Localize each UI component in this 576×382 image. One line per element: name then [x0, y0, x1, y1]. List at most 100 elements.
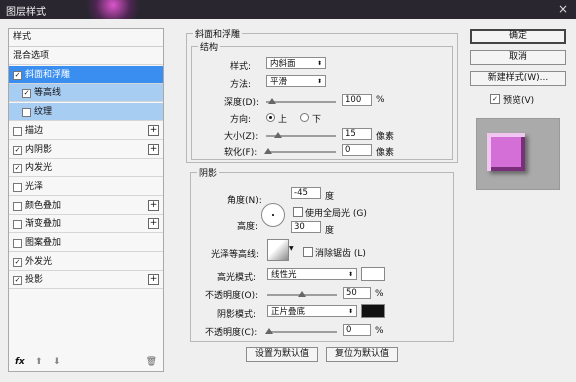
antialias-checkbox[interactable]: [303, 247, 313, 257]
cancel-button[interactable]: 取消: [470, 50, 566, 65]
structure-group: 结构 样式: 内斜面 ⬍ 方法: 平滑 ⬍ 深度(D): 100 % 方向: 上 下…: [191, 40, 453, 160]
shading-title: 阴影: [197, 166, 220, 179]
style-item-checkbox[interactable]: [13, 239, 22, 248]
style-item[interactable]: 图案叠加: [9, 234, 163, 252]
style-item-checkbox[interactable]: ✓: [13, 145, 22, 155]
new-style-button[interactable]: 新建样式(W)...: [470, 71, 566, 86]
angle-input[interactable]: -45: [291, 187, 321, 199]
highlight-color-swatch[interactable]: [361, 267, 385, 281]
move-down-icon[interactable]: ⬇: [53, 357, 61, 367]
soften-unit: 像素: [376, 148, 395, 158]
style-item[interactable]: 描边 +: [9, 122, 163, 140]
highlight-opacity-thumb[interactable]: [298, 291, 306, 297]
add-style-icon[interactable]: +: [148, 274, 159, 286]
depth-label: 深度(D):: [224, 98, 259, 108]
gloss-contour-label: 光泽等高线:: [211, 250, 260, 260]
style-item[interactable]: ✓ 外发光: [9, 253, 163, 271]
highlight-mode-select[interactable]: 线性光 ⬍: [267, 268, 357, 280]
style-item[interactable]: 混合选项: [9, 47, 163, 65]
style-item-checkbox[interactable]: ✓: [22, 89, 31, 99]
style-item[interactable]: 光泽: [9, 178, 163, 196]
chevron-updown-icon: ⬍: [316, 78, 322, 85]
style-item-checkbox[interactable]: ✓: [13, 70, 22, 80]
add-style-icon[interactable]: +: [148, 124, 159, 136]
style-item[interactable]: 渐变叠加 +: [9, 215, 163, 234]
highlight-opacity-unit: %: [375, 289, 384, 299]
gloss-contour-swatch[interactable]: [267, 239, 289, 261]
depth-input[interactable]: 100: [342, 94, 372, 106]
title-bar[interactable]: 图层样式 ×: [0, 0, 576, 19]
angle-dial[interactable]: [261, 203, 285, 227]
style-item-checkbox[interactable]: [13, 201, 22, 211]
style-select-value: 内斜面: [270, 59, 296, 69]
style-item[interactable]: ✓ 斜面和浮雕: [9, 65, 163, 84]
technique-select[interactable]: 平滑 ⬍: [266, 75, 326, 87]
size-unit: 像素: [376, 132, 395, 142]
style-label: 样式:: [230, 62, 252, 72]
size-input[interactable]: 15: [342, 128, 372, 140]
technique-select-value: 平滑: [270, 77, 288, 87]
shadow-mode-select[interactable]: 正片叠底 ⬍: [267, 305, 357, 317]
style-item[interactable]: 纹理: [9, 103, 163, 122]
trash-icon[interactable]: 🗑: [146, 357, 157, 367]
highlight-opacity-slider[interactable]: [267, 291, 337, 297]
chevron-down-icon[interactable]: ▼: [289, 245, 294, 252]
depth-slider[interactable]: [266, 98, 336, 104]
highlight-opacity-input[interactable]: 50: [343, 287, 371, 299]
structure-title: 结构: [198, 40, 221, 53]
shadow-opacity-input[interactable]: 0: [343, 324, 371, 336]
close-icon[interactable]: ×: [558, 2, 568, 16]
style-item-label: 外发光: [25, 256, 53, 267]
soften-slider[interactable]: [264, 148, 336, 154]
style-item-label: 描边: [25, 125, 44, 136]
preview-checkbox[interactable]: ✓: [490, 94, 500, 104]
altitude-input[interactable]: 30: [291, 221, 321, 233]
size-slider-thumb[interactable]: [274, 132, 282, 138]
altitude-unit: 度: [325, 226, 335, 236]
direction-up-radio[interactable]: [266, 113, 275, 122]
style-item[interactable]: ✓ 等高线: [9, 84, 163, 103]
angle-dial-center: [272, 214, 274, 216]
shadow-color-swatch[interactable]: [361, 304, 385, 318]
style-item-checkbox[interactable]: [13, 182, 22, 192]
style-preview-box: [476, 118, 560, 190]
set-default-button[interactable]: 设置为默认值: [246, 347, 318, 362]
direction-label: 方向:: [230, 115, 252, 125]
shadow-opacity-thumb[interactable]: [265, 328, 273, 334]
global-light-checkbox[interactable]: [293, 207, 303, 217]
ok-button[interactable]: 确定: [470, 29, 566, 44]
style-item[interactable]: ✓ 内阴影 +: [9, 141, 163, 159]
soften-slider-thumb[interactable]: [264, 148, 272, 154]
shadow-opacity-slider[interactable]: [265, 328, 337, 334]
depth-slider-thumb[interactable]: [268, 98, 276, 104]
shadow-mode-label: 阴影模式:: [217, 310, 257, 320]
layer-style-dialog: 图层样式 × 样式 混合选项 ✓ 斜面和浮雕 ✓ 等高线 纹理 描边 + ✓ 内阴影 + ✓ 内发光 光泽…: [0, 0, 576, 382]
fx-icon[interactable]: fx: [15, 357, 25, 367]
title-bar-glow: [78, 0, 148, 19]
direction-down-radio[interactable]: [300, 113, 309, 122]
style-item-checkbox[interactable]: [13, 126, 22, 136]
style-item[interactable]: 颜色叠加 +: [9, 197, 163, 215]
add-style-icon[interactable]: +: [148, 218, 159, 230]
shadow-opacity-label: 不透明度(C):: [205, 328, 258, 338]
style-item-label: 渐变叠加: [25, 219, 62, 230]
move-up-icon[interactable]: ⬆: [35, 357, 43, 367]
add-style-icon[interactable]: +: [148, 143, 159, 155]
style-item-checkbox[interactable]: ✓: [13, 276, 22, 286]
reset-default-button[interactable]: 复位为默认值: [326, 347, 398, 362]
style-select[interactable]: 内斜面 ⬍: [266, 57, 326, 69]
style-item-checkbox[interactable]: [22, 108, 31, 118]
style-item-checkbox[interactable]: [13, 220, 22, 230]
style-item[interactable]: ✓ 投影 +: [9, 271, 163, 290]
style-item-checkbox[interactable]: ✓: [13, 257, 22, 267]
bevel-emboss-title: 斜面和浮雕: [193, 27, 243, 40]
size-slider[interactable]: [266, 132, 336, 138]
styles-header[interactable]: 样式: [9, 29, 163, 47]
highlight-mode-label: 高光模式:: [217, 273, 257, 283]
add-style-icon[interactable]: +: [148, 199, 159, 211]
style-item-checkbox[interactable]: ✓: [13, 164, 22, 174]
style-item[interactable]: ✓ 内发光: [9, 159, 163, 178]
altitude-label: 高度:: [237, 222, 259, 232]
chevron-updown-icon: ⬍: [347, 308, 353, 315]
soften-input[interactable]: 0: [342, 144, 372, 156]
